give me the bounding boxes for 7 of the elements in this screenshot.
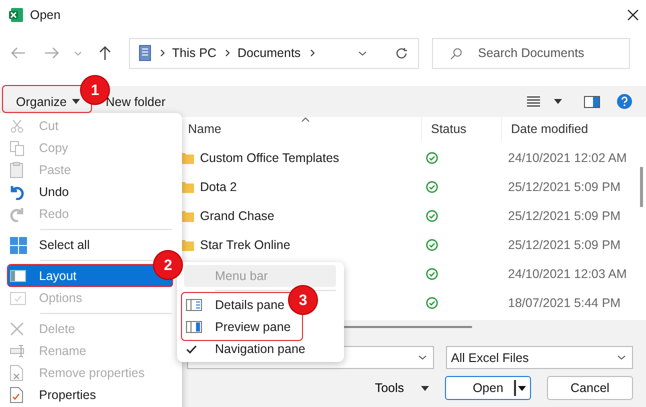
date-modified: 25/12/2021 5:09 PM bbox=[508, 238, 621, 252]
date-modified: 24/10/2021 12:02 AM bbox=[508, 150, 627, 164]
date-modified: 18/07/2021 5:44 PM bbox=[508, 296, 621, 310]
date-modified: 25/12/2021 5:09 PM bbox=[508, 208, 621, 222]
window-title: Open bbox=[30, 8, 61, 22]
date-modified: 24/10/2021 12:03 AM bbox=[508, 266, 627, 280]
date-modified: 25/12/2021 5:09 PM bbox=[508, 180, 621, 194]
